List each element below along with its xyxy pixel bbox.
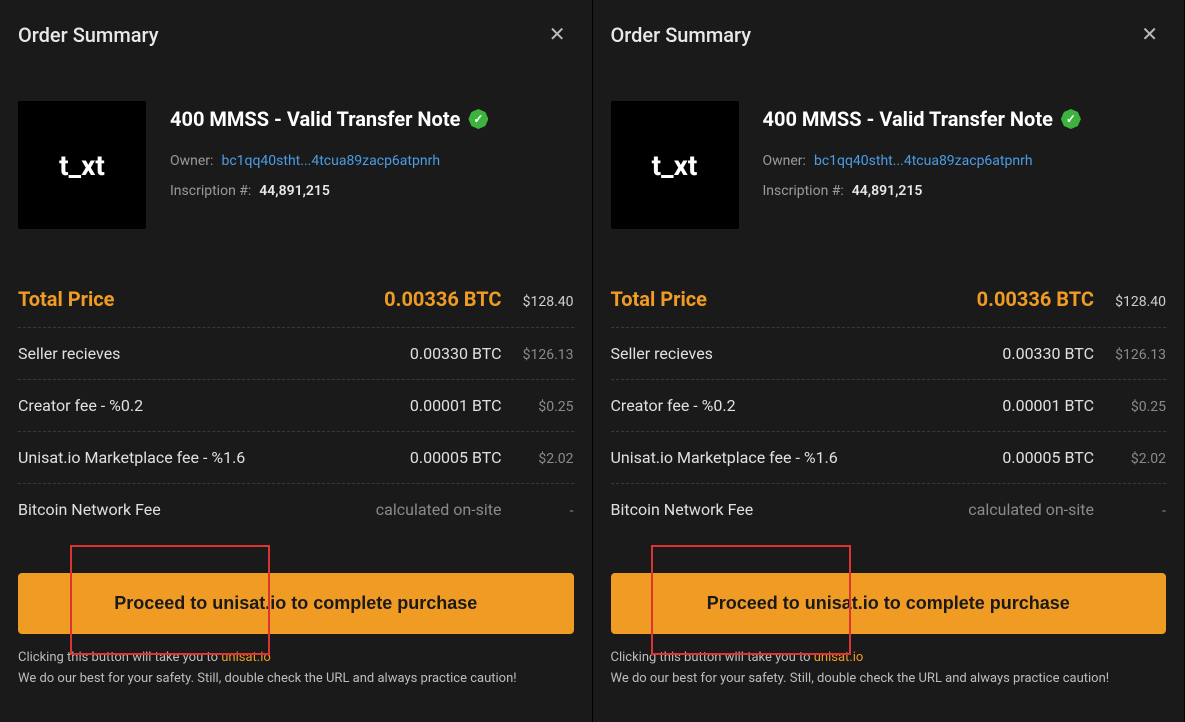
- panel-header: Order Summary ✕: [18, 18, 574, 51]
- line-marketplace-fee: Unisat.io Marketplace fee - %1.6 0.00005…: [611, 432, 1167, 484]
- line-usd: -: [1112, 503, 1166, 519]
- item-title: 400 MMSS - Valid Transfer Note: [763, 107, 1053, 131]
- inscription-label: Inscription #:: [763, 183, 844, 199]
- inscription-number: 44,891,215: [259, 183, 330, 199]
- line-total-price: Total Price 0.00336 BTC $128.40: [611, 271, 1167, 328]
- footer-link[interactable]: unisat.io: [814, 650, 864, 665]
- footer-disclaimer: Clicking this button will take you to un…: [18, 648, 574, 690]
- line-usd: $126.13: [520, 347, 574, 363]
- inscription-row: Inscription #: 44,891,215: [763, 183, 1167, 199]
- line-usd: $126.13: [1112, 347, 1166, 363]
- close-icon: ✕: [549, 24, 566, 46]
- line-btc: 0.00336 BTC: [384, 287, 501, 311]
- footer-prefix: Clicking this button will take you to: [18, 650, 221, 665]
- line-network-fee: Bitcoin Network Fee calculated on-site -: [18, 484, 574, 535]
- line-usd: -: [520, 503, 574, 519]
- item-row: t_xt 400 MMSS - Valid Transfer Note ✓ Ow…: [18, 101, 574, 229]
- item-title-row: 400 MMSS - Valid Transfer Note ✓: [763, 107, 1167, 131]
- owner-row: Owner: bc1qq40stht...4tcua89zacp6atpnrh: [170, 153, 574, 169]
- line-btc: 0.00001 BTC: [410, 396, 502, 415]
- item-title-row: 400 MMSS - Valid Transfer Note ✓: [170, 107, 574, 131]
- owner-label: Owner:: [170, 153, 213, 169]
- cta-wrap: Proceed to unisat.io to complete purchas…: [611, 573, 1167, 634]
- panel-title: Order Summary: [611, 23, 752, 47]
- inscription-label: Inscription #:: [170, 183, 251, 199]
- line-btc: 0.00336 BTC: [977, 287, 1094, 311]
- line-label: Bitcoin Network Fee: [611, 500, 754, 519]
- line-label: Bitcoin Network Fee: [18, 500, 161, 519]
- line-label: Seller recieves: [611, 344, 713, 363]
- line-usd: $0.25: [1112, 399, 1166, 415]
- line-creator-fee: Creator fee - %0.2 0.00001 BTC $0.25: [611, 380, 1167, 432]
- line-btc: 0.00330 BTC: [410, 344, 502, 363]
- footer-prefix: Clicking this button will take you to: [611, 650, 814, 665]
- panel-header: Order Summary ✕: [611, 18, 1167, 51]
- verified-badge-icon: ✓: [468, 109, 488, 129]
- item-info: 400 MMSS - Valid Transfer Note ✓ Owner: …: [170, 101, 574, 229]
- price-breakdown: Total Price 0.00336 BTC $128.40 Seller r…: [611, 271, 1167, 535]
- close-button[interactable]: ✕: [541, 18, 574, 51]
- line-usd: $0.25: [520, 399, 574, 415]
- line-label: Total Price: [18, 287, 114, 311]
- order-summary-panel: Order Summary ✕ t_xt 400 MMSS - Valid Tr…: [593, 0, 1185, 722]
- proceed-button[interactable]: Proceed to unisat.io to complete purchas…: [611, 573, 1167, 634]
- price-breakdown: Total Price 0.00336 BTC $128.40 Seller r…: [18, 271, 574, 535]
- line-usd: $2.02: [520, 451, 574, 467]
- item-thumbnail: t_xt: [611, 101, 739, 229]
- order-summary-panel: Order Summary ✕ t_xt 400 MMSS - Valid Tr…: [0, 0, 593, 722]
- line-btc: 0.00005 BTC: [410, 448, 502, 467]
- line-btc: 0.00001 BTC: [1002, 396, 1094, 415]
- owner-label: Owner:: [763, 153, 806, 169]
- line-seller-receives: Seller recieves 0.00330 BTC $126.13: [611, 328, 1167, 380]
- footer-caution: We do our best for your safety. Still, d…: [18, 671, 517, 686]
- verified-badge-icon: ✓: [1061, 109, 1081, 129]
- footer-disclaimer: Clicking this button will take you to un…: [611, 648, 1167, 690]
- line-creator-fee: Creator fee - %0.2 0.00001 BTC $0.25: [18, 380, 574, 432]
- line-usd: $128.40: [1112, 294, 1166, 310]
- line-marketplace-fee: Unisat.io Marketplace fee - %1.6 0.00005…: [18, 432, 574, 484]
- line-btc: 0.00330 BTC: [1002, 344, 1094, 363]
- line-btc: calculated on-site: [376, 500, 502, 519]
- proceed-button[interactable]: Proceed to unisat.io to complete purchas…: [18, 573, 574, 634]
- owner-row: Owner: bc1qq40stht...4tcua89zacp6atpnrh: [763, 153, 1167, 169]
- line-label: Unisat.io Marketplace fee - %1.6: [18, 448, 245, 467]
- line-label: Total Price: [611, 287, 707, 311]
- line-label: Creator fee - %0.2: [611, 396, 736, 415]
- owner-address-link[interactable]: bc1qq40stht...4tcua89zacp6atpnrh: [221, 153, 440, 169]
- line-label: Seller recieves: [18, 344, 120, 363]
- item-row: t_xt 400 MMSS - Valid Transfer Note ✓ Ow…: [611, 101, 1167, 229]
- line-usd: $2.02: [1112, 451, 1166, 467]
- line-btc: calculated on-site: [968, 500, 1094, 519]
- line-network-fee: Bitcoin Network Fee calculated on-site -: [611, 484, 1167, 535]
- item-info: 400 MMSS - Valid Transfer Note ✓ Owner: …: [763, 101, 1167, 229]
- line-seller-receives: Seller recieves 0.00330 BTC $126.13: [18, 328, 574, 380]
- line-label: Creator fee - %0.2: [18, 396, 143, 415]
- footer-caution: We do our best for your safety. Still, d…: [611, 671, 1110, 686]
- line-label: Unisat.io Marketplace fee - %1.6: [611, 448, 838, 467]
- line-btc: 0.00005 BTC: [1002, 448, 1094, 467]
- line-usd: $128.40: [520, 294, 574, 310]
- inscription-number: 44,891,215: [852, 183, 923, 199]
- owner-address-link[interactable]: bc1qq40stht...4tcua89zacp6atpnrh: [814, 153, 1033, 169]
- close-button[interactable]: ✕: [1133, 18, 1166, 51]
- item-thumbnail: t_xt: [18, 101, 146, 229]
- footer-link[interactable]: unisat.io: [221, 650, 271, 665]
- panel-title: Order Summary: [18, 23, 159, 47]
- item-title: 400 MMSS - Valid Transfer Note: [170, 107, 460, 131]
- inscription-row: Inscription #: 44,891,215: [170, 183, 574, 199]
- close-icon: ✕: [1141, 24, 1158, 46]
- line-total-price: Total Price 0.00336 BTC $128.40: [18, 271, 574, 328]
- cta-wrap: Proceed to unisat.io to complete purchas…: [18, 573, 574, 634]
